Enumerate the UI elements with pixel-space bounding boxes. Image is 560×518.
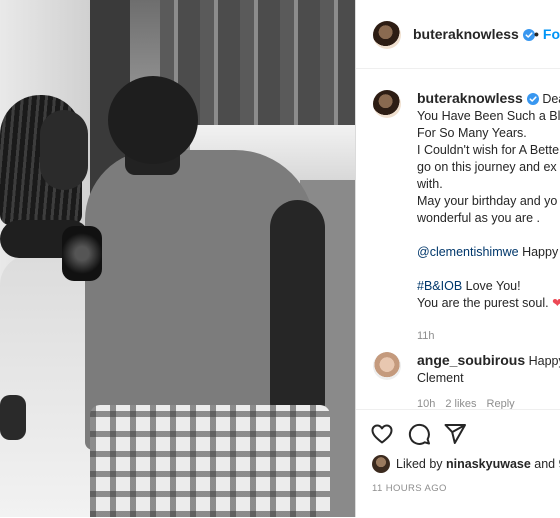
post-side-panel: buteraknowless •Follo buteraknowless Dea… <box>355 0 560 517</box>
caption-line: You Have Been Such a Ble <box>417 109 560 123</box>
photo-man-arm <box>270 200 325 430</box>
post-caption: buteraknowless Dear You Have Been Such a… <box>417 90 560 345</box>
post-actions: Liked by ninaskyuwase and 9 11 HOURS AGO <box>356 409 560 518</box>
caption-hashtag-link[interactable]: #B&IOB <box>417 279 462 293</box>
comment-username[interactable]: ange_soubirous <box>417 352 525 368</box>
comment-body-line2: Clement <box>417 371 464 385</box>
post-photo[interactable] <box>0 0 355 517</box>
comment-text: ange_soubirous Happy bi Clement <box>417 352 560 387</box>
post-username[interactable]: buteraknowless <box>413 26 535 42</box>
post-timestamp[interactable]: 11 HOURS AGO <box>372 483 447 494</box>
caption-mention-tail: Happy <box>518 245 559 259</box>
photo-man-head <box>108 76 198 164</box>
caption-mention-link[interactable]: @clementishimwe <box>417 245 519 259</box>
comment-time[interactable]: 10h <box>417 398 435 409</box>
caption-line: go on this journey and ex <box>417 160 557 174</box>
comment-body: Happy bi <box>528 354 560 368</box>
red-heart-emoji-icon: ❤ <box>552 296 560 310</box>
profile-avatar[interactable] <box>373 21 401 49</box>
caption-last-line: You are the purest soul. <box>417 296 549 310</box>
comment-avatar[interactable] <box>373 352 401 380</box>
comment-likes[interactable]: 2 likes <box>445 398 476 409</box>
liked-by-avatar <box>372 455 390 473</box>
caption-line: For So Many Years. <box>417 126 527 140</box>
caption-avatar[interactable] <box>373 90 401 118</box>
liked-by-summary[interactable]: Liked by ninaskyuwase and 9 <box>372 455 560 473</box>
comment-meta: 10h 2 likes Reply <box>417 398 525 409</box>
comments-section: buteraknowless Dear You Have Been Such a… <box>356 69 560 409</box>
photo-woman-hand <box>0 395 26 440</box>
liked-by-username[interactable]: ninaskyuwase <box>446 457 531 471</box>
caption-line: May your birthday and yo <box>417 194 558 208</box>
caption-hashtag-tail: Love You! <box>462 279 521 293</box>
follow-button[interactable]: •Follo <box>534 26 560 42</box>
post-username-text[interactable]: buteraknowless <box>413 26 519 42</box>
photo-bracelet <box>62 226 102 281</box>
liked-by-suffix[interactable]: and 9 <box>531 457 560 471</box>
caption-line: Dear <box>542 92 560 106</box>
follow-separator-dot: • <box>534 26 539 42</box>
caption-line: with. <box>417 177 443 191</box>
follow-label[interactable]: Follo <box>543 26 560 42</box>
liked-by-prefix: Liked by <box>396 457 447 471</box>
photo-woman-legs <box>0 255 98 517</box>
post-header: buteraknowless •Follo <box>356 0 560 69</box>
caption-line: wonderful as you are . <box>417 211 540 225</box>
heart-icon[interactable] <box>370 422 394 446</box>
caption-line: I Couldn't wish for A Bette <box>417 143 560 157</box>
caption-username[interactable]: buteraknowless <box>417 90 523 106</box>
comment-icon[interactable] <box>407 422 431 446</box>
photo-woman-face <box>40 110 88 190</box>
paper-plane-icon[interactable] <box>443 422 467 446</box>
comment-reply-button[interactable]: Reply <box>487 398 515 409</box>
verified-badge-icon <box>526 93 539 105</box>
photo-man-shorts <box>90 405 330 517</box>
caption-time[interactable]: 11h <box>417 328 560 345</box>
